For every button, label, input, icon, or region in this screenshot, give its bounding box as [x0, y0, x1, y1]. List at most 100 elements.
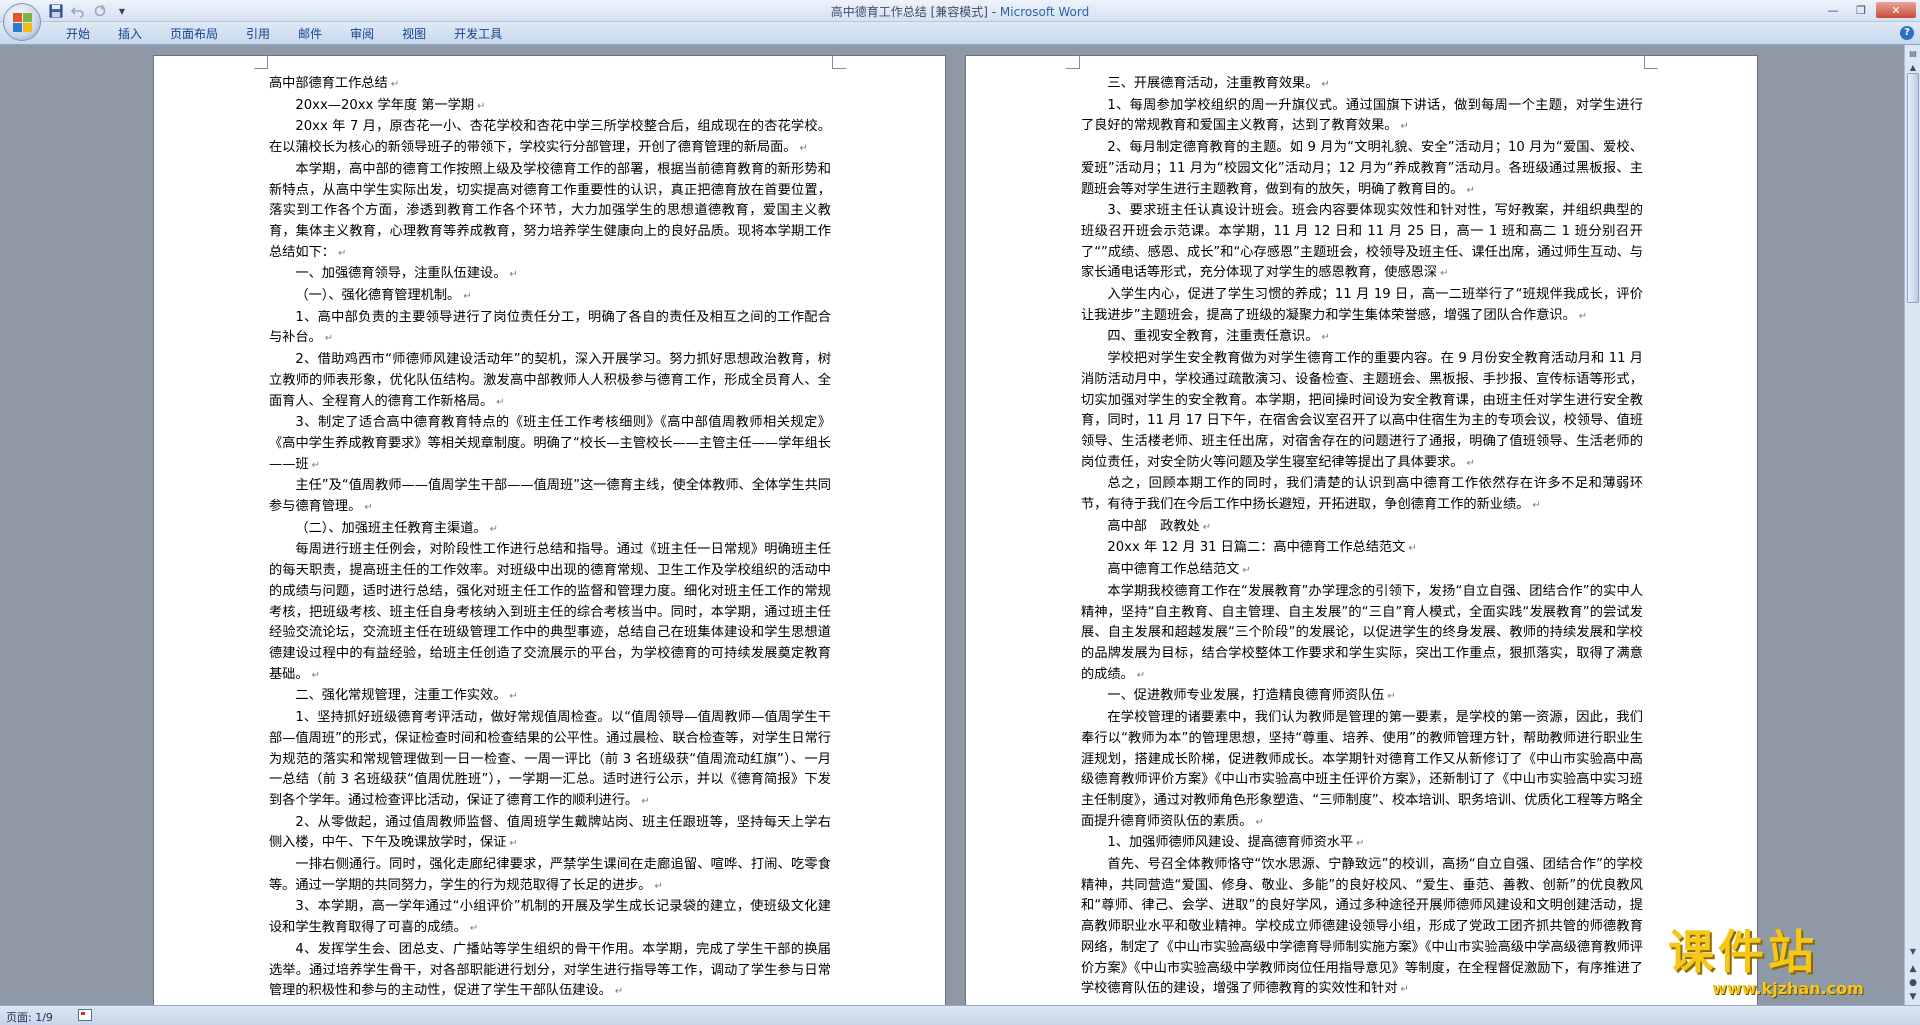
paragraph: 20xx—20xx 学年度 第一学期 ↵	[269, 96, 831, 118]
paragraph-mark-icon: ↵	[654, 880, 663, 892]
title-bar: ▼ 高中德育工作总结 [兼容模式] - Microsoft Word — ❐ ✕	[0, 0, 1920, 22]
paragraph: 一、促进教师专业发展，打造精良德育师资队伍 ↵	[1081, 686, 1643, 708]
paragraph-mark-icon: ↵	[463, 291, 472, 303]
document-page-1[interactable]: 高中部德育工作总结 ↵ 20xx—20xx 学年度 第一学期 ↵ 20xx 年 7 月，…	[153, 55, 946, 1005]
paragraph-text: 一、促进教师专业发展，打造精良德育师资队伍	[1107, 688, 1385, 704]
paragraph: 20xx 年 12 月 31 日篇二：高中德育工作总结范文 ↵	[1081, 538, 1643, 560]
paragraph: 本学期，高中部的德育工作按照上级及学校德育工作的部署，根据当前德育教育的新形势和…	[269, 160, 831, 265]
paragraph-mark-icon: ↵	[509, 269, 518, 281]
paragraph-text: 学校把对学生安全教育做为对学生德育工作的重要内容。在 9 月份安全教育活动月和 …	[1081, 351, 1643, 470]
paragraph-text: 20xx—20xx 学年度 第一学期	[295, 97, 475, 113]
tab-review[interactable]: 审阅	[336, 26, 388, 42]
paragraph-mark-icon: ↵	[364, 502, 373, 514]
paragraph: 首先、号召全体教师恪守“饮水思源、宁静致远”的校训，高扬“自立自强、团结合作”的…	[1081, 855, 1643, 1001]
paragraph: 三、开展德育活动，注重教育效果。 ↵	[1081, 74, 1643, 96]
watermark-title: 课件站	[1668, 925, 1818, 979]
tab-insert[interactable]: 插入	[104, 26, 156, 42]
paragraph: 高中部德育工作总结 ↵	[269, 74, 831, 96]
paragraph-text: 高中德育工作总结范文	[1107, 562, 1240, 578]
paragraph-mark-icon: ↵	[1356, 838, 1365, 850]
paragraph-mark-icon: ↵	[509, 838, 518, 850]
paragraph-text: 本学期我校德育工作在“发展教育”办学理念的引领下，发扬“自立自强、团结合作”的实…	[1081, 583, 1643, 682]
paragraph-mark-icon: ↵	[641, 795, 650, 807]
office-logo-icon	[13, 13, 33, 33]
scroll-down-icon[interactable]: ▼	[1907, 945, 1919, 959]
paragraph: 4、发挥学生会、团总支、广播站等学生组织的骨干作用。本学期，完成了学生干部的换届…	[269, 940, 831, 1003]
paragraph-mark-icon: ↵	[1466, 457, 1475, 469]
paragraph: 2、从零做起，通过值周教师监督、值周班学生戴牌站岗、班主任跟班等，坚持每天上学右…	[269, 813, 831, 855]
close-icon[interactable]: ✕	[1876, 2, 1916, 18]
paragraph-mark-icon: ↵	[1440, 268, 1449, 280]
document-title: 高中德育工作总结 [兼容模式] -	[830, 5, 1000, 19]
paragraph-text: 3、制定了适合高中德育教育特点的《班主任工作考核细则》《高中部值周教师相关规定》…	[269, 415, 831, 472]
paragraph-mark-icon: ↵	[614, 986, 624, 998]
previous-page-icon[interactable]: ▲	[1907, 963, 1919, 975]
crop-mark	[832, 55, 846, 69]
paragraph-mark-icon: ↵	[1321, 332, 1330, 344]
paragraph-text: 一排右侧通行。同时，强化走廊纪律要求，严禁学生课间在走廊追留、喧哗、打闹、吃零食…	[269, 857, 831, 893]
paragraph-mark-icon: ↵	[390, 79, 400, 90]
paragraph: 1、坚持抓好班级德育考评活动，做好常规值周检查。以“值周领导—值周教师—值周学生…	[269, 708, 831, 813]
paragraph-mark-icon: ↵	[311, 669, 320, 681]
paragraph-mark-icon: ↵	[489, 523, 498, 535]
paragraph-mark-icon: ↵	[1242, 565, 1251, 577]
paragraph-mark-icon: ↵	[1466, 184, 1475, 196]
select-browse-object-icon[interactable]: ●	[1907, 977, 1919, 989]
paragraph-mark-icon: ↵	[509, 691, 518, 703]
tab-references[interactable]: 引用	[232, 26, 284, 42]
document-page-2[interactable]: 三、开展德育活动，注重教育效果。 ↵ 1、每周参加学校组织的周一升旗仪式。通过国旗下…	[965, 55, 1758, 1005]
window-title: 高中德育工作总结 [兼容模式] - Microsoft Word	[0, 3, 1920, 20]
vertical-scrollbar[interactable]: ▤ ▲ ▼ ▲ ● ▼	[1904, 45, 1920, 1005]
minimize-icon[interactable]: —	[1820, 2, 1846, 18]
paragraph-text: 首先、号召全体教师恪守“饮水思源、宁静致远”的校训，高扬“自立自强、团结合作”的…	[1081, 857, 1643, 997]
paragraph: 3、本学期，高一学年通过“小组评价”机制的开展及学生成长记录袋的建立，使班级文化…	[269, 897, 831, 939]
tab-mailings[interactable]: 邮件	[284, 26, 336, 42]
paragraph-text: 2、每月制定德育教育的主题。如 9 月为“文明礼貌、安全”活动月；10 月为“爱…	[1081, 140, 1643, 197]
paragraph: 一排右侧通行。同时，强化走廊纪律要求，严禁学生课间在走廊追留、喧哗、打闹、吃零食…	[269, 855, 831, 897]
paragraph-text: 2、从零做起，通过值周教师监督、值周班学生戴牌站岗、班主任跟班等，坚持每天上学右…	[269, 814, 831, 851]
ruler-toggle-icon[interactable]: ▤	[1907, 47, 1919, 61]
paragraph-text: 三、开展德育活动，注重教育效果。	[1107, 76, 1319, 91]
paragraph-text: 4、发挥学生会、团总支、广播站等学生组织的骨干作用。本学期，完成了学生干部的换届…	[269, 941, 831, 999]
tab-home[interactable]: 开始	[52, 26, 104, 42]
paragraph: 在学校管理的诸要素中，我们认为教师是管理的第一要素，是学校的第一资源，因此，我们…	[1081, 708, 1643, 833]
paragraph: 每周进行班主任例会，对阶段性工作进行总结和指导。通过《班主任一日常规》明确班主任…	[269, 540, 831, 686]
scroll-thumb[interactable]	[1907, 73, 1919, 303]
paragraph: 高中德育工作总结范文 ↵	[1081, 560, 1643, 582]
paragraph: 20xx 年 7 月，原杏花一小、杏花学校和杏花中学三所学校整合后，组成现在的杏…	[269, 117, 831, 159]
paragraph-text: 1、每周参加学校组织的周一升旗仪式。通过国旗下讲话，做到每周一个主题，对学生进行…	[1081, 97, 1643, 134]
paragraph: 入学生内心，促进了学生习惯的养成；11 月 19 日，高一二班举行了“班规伴我成…	[1081, 285, 1643, 327]
maximize-icon[interactable]: ❐	[1848, 2, 1874, 18]
paragraph-mark-icon: ↵	[469, 923, 479, 935]
paragraph-mark-icon: ↵	[1532, 500, 1541, 512]
next-page-icon[interactable]: ▼	[1907, 991, 1919, 1003]
paragraph: 学校把对学生安全教育做为对学生德育工作的重要内容。在 9 月份安全教育活动月和 …	[1081, 349, 1643, 474]
paragraph: 一、加强德育领导，注重队伍建设。 ↵	[269, 264, 831, 286]
page-1-text: 高中部德育工作总结 ↵ 20xx—20xx 学年度 第一学期 ↵ 20xx 年 7 月，…	[269, 74, 831, 1003]
paragraph: 主任”及“值周教师——值周学生干部——值周班”这一德育主线，使全体教师、全体学生…	[269, 476, 831, 518]
watermark-logo: 课件站 www.kjzhan.com	[1668, 925, 1908, 1003]
paragraph-text: 一、加强德育领导，注重队伍建设。	[295, 266, 507, 282]
paragraph-mark-icon: ↵	[496, 396, 505, 408]
page-counter[interactable]: 页面: 1/9	[6, 1009, 53, 1025]
paragraph-text: 20xx 年 12 月 31 日篇二：高中德育工作总结范文	[1107, 540, 1406, 556]
watermark-url: www.kjzhan.com	[1712, 979, 1864, 998]
proofing-icon[interactable]	[78, 1009, 92, 1021]
tab-view[interactable]: 视图	[388, 26, 440, 42]
paragraph-text: 1、坚持抓好班级德育考评活动，做好常规值周检查。以“值周领导—值周教师—值周学生…	[269, 710, 831, 808]
tab-developer[interactable]: 开发工具	[440, 26, 516, 42]
help-icon[interactable]: ?	[1900, 26, 1914, 40]
paragraph-text: 3、要求班主任认真设计班会。班会内容要体现实效性和针对性，写好教案，并组织典型的…	[1081, 203, 1643, 281]
paragraph: （一）、强化德育管理机制。 ↵	[269, 286, 831, 308]
paragraph-text: 高中部德育工作总结	[269, 76, 388, 91]
paragraph-text: 在学校管理的诸要素中，我们认为教师是管理的第一要素，是学校的第一资源，因此，我们…	[1081, 710, 1643, 829]
crop-mark	[1066, 55, 1080, 69]
paragraph: 二、强化常规管理，注重工作实效。 ↵	[269, 686, 831, 708]
tab-page-layout[interactable]: 页面布局	[156, 26, 232, 42]
office-button[interactable]	[3, 3, 41, 41]
window-controls: — ❐ ✕	[1820, 2, 1916, 18]
paragraph: 2、借助鸡西市“师德师风建设活动年”的契机，深入开展学习。努力抓好思想政治教育，…	[269, 350, 831, 413]
paragraph-mark-icon: ↵	[1387, 691, 1396, 703]
paragraph-text: （一）、强化德育管理机制。	[295, 288, 461, 304]
paragraph: （二）、加强班主任教育主渠道。 ↵	[269, 519, 831, 541]
